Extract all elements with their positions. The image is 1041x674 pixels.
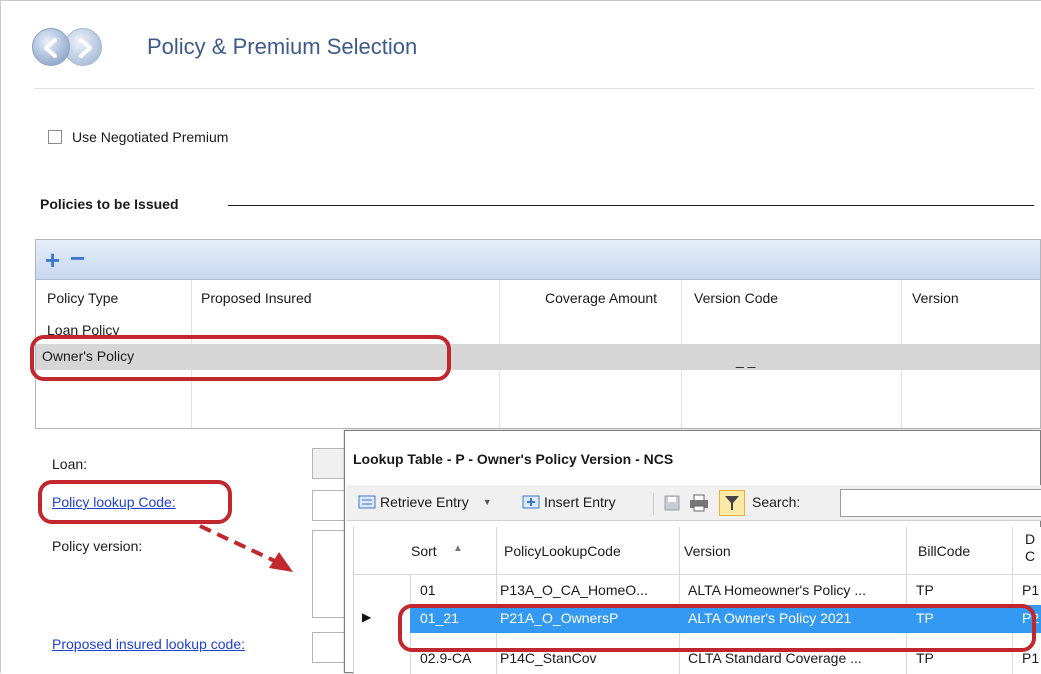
column-header-policy-type[interactable]: Policy Type — [47, 290, 118, 306]
extra-cell: P1 — [1022, 582, 1040, 598]
toolbar-separator — [653, 493, 654, 515]
lookup-toolbar: Retrieve Entry ▼ Insert Entry Search: — [346, 485, 1041, 521]
billcode-cell: TP — [916, 650, 934, 666]
header-divider — [34, 88, 1034, 89]
lookup-table-title: Lookup Table - P - Owner's Policy Versio… — [353, 451, 674, 467]
save-icon[interactable] — [664, 495, 680, 511]
retrieve-entry-icon — [358, 495, 376, 509]
filter-icon — [725, 496, 739, 510]
column-header-proposed-insured[interactable]: Proposed Insured — [201, 290, 312, 306]
column-header-coverage-amount[interactable]: Coverage Amount — [545, 290, 657, 306]
owners-policy-highlight — [30, 335, 451, 381]
sort-ascending-icon: ▲ — [453, 543, 463, 554]
negotiated-premium-label: Use Negotiated Premium — [72, 129, 229, 145]
retrieve-entry-label: Retrieve Entry — [380, 494, 469, 510]
search-label: Search: — [752, 494, 801, 510]
print-icon[interactable] — [689, 494, 709, 512]
policy-lookup-code-cell: P14C_StanCov — [500, 650, 597, 666]
back-button[interactable] — [32, 28, 70, 66]
remove-icon[interactable]: − — [70, 245, 85, 271]
column-header-billcode[interactable]: BillCode — [918, 543, 970, 559]
filter-button[interactable] — [719, 490, 745, 516]
version-cell: CLTA Standard Coverage ... — [688, 650, 862, 666]
table-row[interactable]: 01 P13A_O_CA_HomeO... ALTA Homeowner's P… — [354, 577, 1041, 605]
retrieve-entry-button[interactable]: Retrieve Entry ▼ — [358, 494, 492, 510]
section-title: Policies to be Issued — [40, 196, 179, 212]
section-divider — [228, 205, 1034, 206]
negotiated-premium-option[interactable]: Use Negotiated Premium — [48, 129, 228, 145]
insert-entry-label: Insert Entry — [544, 494, 616, 510]
chevron-down-icon[interactable]: ▼ — [483, 497, 492, 507]
column-header-extra[interactable]: D C — [1025, 531, 1035, 565]
column-header-sort[interactable]: Sort — [411, 543, 437, 559]
arrow-left-icon — [44, 38, 57, 58]
add-icon[interactable]: + — [45, 247, 60, 273]
column-header-policy-lookup-code[interactable]: PolicyLookupCode — [504, 543, 621, 559]
policy-lookup-code-cell: P13A_O_CA_HomeO... — [500, 582, 648, 598]
loan-label: Loan: — [52, 456, 88, 472]
version-cell: ALTA Homeowner's Policy ... — [688, 582, 866, 598]
column-header-version-code[interactable]: Version Code — [694, 290, 778, 306]
column-header-version[interactable]: Version — [684, 543, 731, 559]
red-arrow-icon — [199, 524, 293, 572]
lookup-grid-header: Sort ▲ PolicyLookupCode Version BillCode… — [354, 527, 1041, 575]
extra-cell: P1 — [1022, 650, 1040, 666]
selected-row-highlight — [398, 604, 1036, 652]
policy-version-label: Policy version: — [52, 538, 143, 554]
current-row-icon: ▶ — [362, 610, 372, 624]
insert-entry-button[interactable]: Insert Entry — [522, 494, 616, 510]
proposed-insured-lookup-link[interactable]: Proposed insured lookup code: — [52, 636, 245, 652]
grid-toolbar: + − — [36, 240, 1040, 280]
search-input[interactable] — [840, 489, 1041, 517]
column-header-version[interactable]: Version — [912, 290, 959, 306]
policies-grid: + − Policy Type Proposed Insured Coverag… — [35, 239, 1041, 429]
billcode-cell: TP — [916, 582, 934, 598]
insert-entry-icon — [522, 495, 540, 509]
policy-lookup-highlight — [38, 480, 232, 524]
sort-cell: 02.9-CA — [420, 650, 472, 666]
version-code-cell: _ _ — [736, 352, 756, 368]
sort-cell: 01 — [420, 582, 436, 598]
page-title: Policy & Premium Selection — [147, 34, 418, 59]
negotiated-premium-checkbox[interactable] — [48, 130, 62, 144]
